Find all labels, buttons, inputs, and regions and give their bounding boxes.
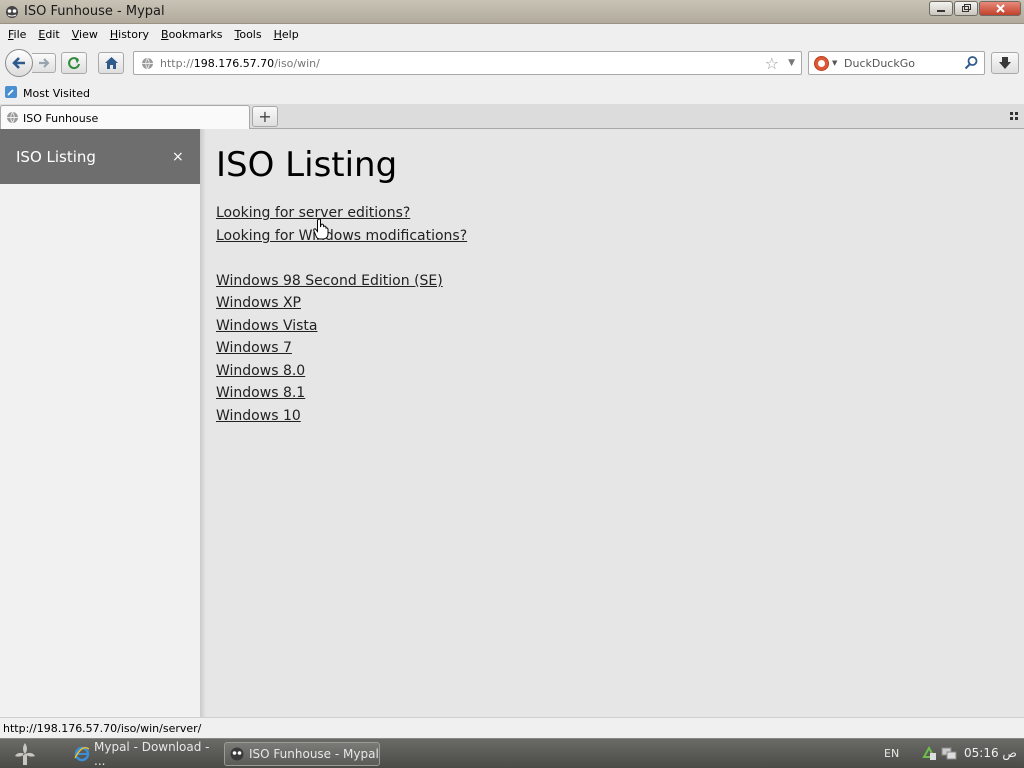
menu-tools-label: ools xyxy=(239,28,262,41)
hand-pointer-cursor-icon xyxy=(313,218,329,240)
menu-history-label: istory xyxy=(118,28,150,41)
taskbar-item-mypal-download[interactable]: Mypal - Download - ... xyxy=(70,740,220,768)
back-button[interactable] xyxy=(5,49,33,77)
menu-view-label: iew xyxy=(79,28,98,41)
link-windows-8-1[interactable]: Windows 8.1 xyxy=(216,385,305,401)
reload-button[interactable] xyxy=(61,52,87,74)
tray-recycle-icon[interactable] xyxy=(921,745,937,761)
window-titlebar: ISO Funhouse - Mypal xyxy=(0,0,1024,24)
link-windows-98-se[interactable]: Windows 98 Second Edition (SE) xyxy=(216,273,443,289)
search-placeholder: DuckDuckGo xyxy=(844,57,915,70)
sidebar-header: ISO Listing × xyxy=(0,129,200,184)
link-windows-modifications[interactable]: Looking for Windows modifications? xyxy=(216,228,467,244)
link-windows-vista[interactable]: Windows Vista xyxy=(216,318,317,334)
menu-bookmarks-label: ookmarks xyxy=(168,28,223,41)
menu-bar: File Edit View History Bookmarks Tools H… xyxy=(0,24,1024,45)
mypal-app-icon xyxy=(6,6,18,18)
sidebar-divider xyxy=(200,129,206,717)
downloads-button[interactable] xyxy=(991,52,1019,74)
tab-label: ISO Funhouse xyxy=(23,112,99,125)
search-bar[interactable]: ▼ DuckDuckGo xyxy=(808,51,985,75)
status-link-url: http://198.176.57.70/iso/win/server/ xyxy=(3,722,202,735)
reload-icon xyxy=(68,57,80,70)
menu-edit[interactable]: Edit xyxy=(32,28,65,41)
taskbar: Mypal - Download - ... ISO Funhouse - My… xyxy=(0,738,1024,768)
url-scheme: http:// xyxy=(160,57,194,70)
system-clock[interactable]: 05:16 ص xyxy=(964,746,1017,760)
page-favicon-globe-icon xyxy=(7,111,18,124)
home-button[interactable] xyxy=(98,52,124,74)
sidebar-title: ISO Listing xyxy=(16,148,96,166)
menu-help-label: elp xyxy=(281,28,299,41)
taskbar-item-label: ISO Funhouse - Mypal xyxy=(249,747,379,761)
start-button-fleur-icon[interactable] xyxy=(8,741,42,767)
url-bar[interactable]: http://198.176.57.70/iso/win/ ☆ ▼ xyxy=(133,51,802,75)
close-icon xyxy=(995,4,1005,13)
restore-button[interactable] xyxy=(954,1,978,16)
bookmark-most-visited[interactable]: Most Visited xyxy=(23,87,90,100)
link-windows-7[interactable]: Windows 7 xyxy=(216,340,292,356)
close-window-button[interactable] xyxy=(979,1,1021,16)
url-path: /iso/win/ xyxy=(274,57,320,70)
link-windows-10[interactable]: Windows 10 xyxy=(216,408,301,424)
menu-view[interactable]: View xyxy=(66,28,104,41)
link-windows-xp[interactable]: Windows XP xyxy=(216,295,301,311)
restore-icon xyxy=(962,4,971,12)
menu-view-mnemonic: V xyxy=(71,28,80,41)
new-tab-button[interactable]: + xyxy=(252,106,278,127)
menu-help-mnemonic: H xyxy=(273,28,282,41)
bookmark-star-icon[interactable]: ☆ xyxy=(765,54,779,73)
mypal-taskbar-icon xyxy=(230,747,244,761)
menu-history-mnemonic: H xyxy=(109,28,119,41)
forward-arrow-icon xyxy=(38,58,50,68)
tray-network-icon[interactable] xyxy=(941,745,957,761)
tab-strip: ISO Funhouse + xyxy=(0,104,1024,129)
window-title: ISO Funhouse - Mypal xyxy=(24,4,165,19)
menu-bookmarks-mnemonic: B xyxy=(161,28,169,41)
internet-explorer-icon xyxy=(74,746,90,762)
page-title: ISO Listing xyxy=(216,145,398,185)
sidebar-close-icon[interactable]: × xyxy=(172,149,184,165)
taskbar-item-label: Mypal - Download - ... xyxy=(94,740,210,768)
list-all-tabs-icon[interactable] xyxy=(1010,112,1019,121)
link-windows-8-0[interactable]: Windows 8.0 xyxy=(216,363,305,379)
minimize-button[interactable] xyxy=(929,1,953,16)
sidebar: ISO Listing × xyxy=(0,129,200,717)
duckduckgo-engine-icon[interactable] xyxy=(814,56,829,71)
download-arrow-icon xyxy=(999,57,1011,69)
plus-icon: + xyxy=(258,107,272,126)
home-icon xyxy=(104,57,118,69)
url-history-dropdown-icon[interactable]: ▼ xyxy=(788,58,795,68)
minimize-icon xyxy=(937,9,945,12)
language-indicator[interactable]: EN xyxy=(884,747,899,760)
globe-icon xyxy=(142,57,153,70)
search-icon[interactable] xyxy=(963,55,979,71)
status-bar: http://198.176.57.70/iso/win/server/ xyxy=(0,717,1024,738)
menu-bookmarks[interactable]: Bookmarks xyxy=(155,28,228,41)
engine-dropdown-icon[interactable]: ▼ xyxy=(832,59,837,67)
menu-file[interactable]: File xyxy=(2,28,32,41)
window-controls xyxy=(928,1,1021,16)
menu-edit-label: dit xyxy=(45,28,60,41)
menu-file-label: ile xyxy=(13,28,27,41)
back-arrow-icon xyxy=(12,57,25,69)
most-visited-folder-icon xyxy=(5,86,17,98)
bookmarks-toolbar: Most Visited xyxy=(0,82,1024,104)
tab-iso-funhouse[interactable]: ISO Funhouse xyxy=(0,105,250,129)
url-text: http://198.176.57.70/iso/win/ xyxy=(160,57,320,70)
menu-help[interactable]: Help xyxy=(268,28,305,41)
forward-button[interactable] xyxy=(32,53,56,73)
page-content: ISO Listing × ISO Listing Looking for se… xyxy=(0,129,1024,717)
menu-history[interactable]: History xyxy=(104,28,155,41)
url-host: 198.176.57.70 xyxy=(193,57,275,70)
taskbar-item-iso-funhouse[interactable]: ISO Funhouse - Mypal xyxy=(224,742,380,766)
navigation-toolbar: http://198.176.57.70/iso/win/ ☆ ▼ ▼ Duck… xyxy=(0,45,1024,82)
menu-tools[interactable]: Tools xyxy=(228,28,267,41)
